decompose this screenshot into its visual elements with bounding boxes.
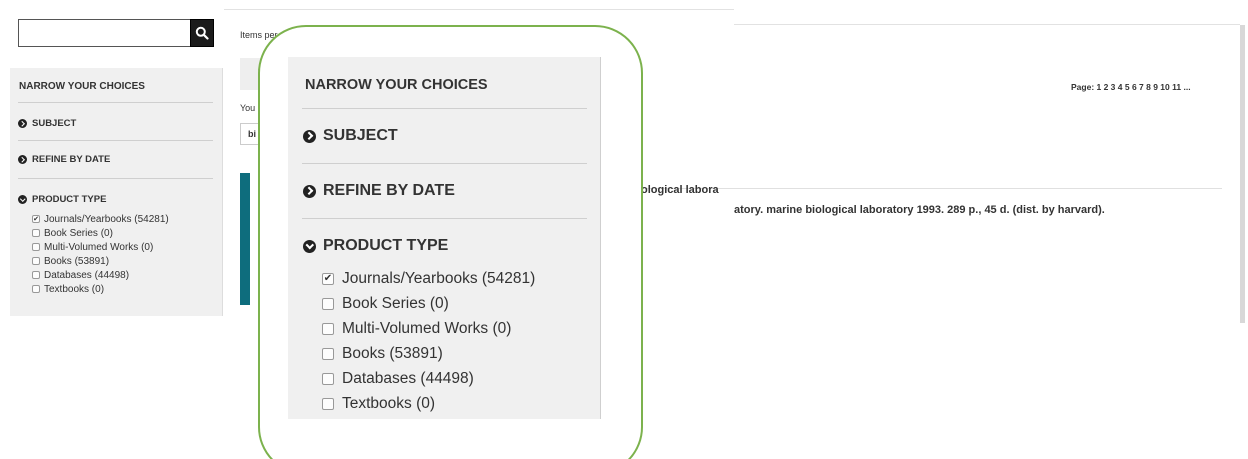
divider xyxy=(302,108,587,109)
product-type-list: ✔ Journals/Yearbooks (54281) Book Series… xyxy=(32,213,169,297)
divider xyxy=(640,188,1222,189)
chevron-down-icon xyxy=(303,239,316,253)
product-type-option[interactable]: ✔ Journals/Yearbooks (54281) xyxy=(32,213,169,225)
option-label: Book Series (0) xyxy=(342,295,449,312)
checkbox[interactable] xyxy=(32,285,40,293)
checkbox[interactable] xyxy=(32,229,40,237)
divider xyxy=(302,163,587,164)
checkbox[interactable] xyxy=(322,348,334,360)
checkbox[interactable] xyxy=(32,243,40,251)
checkbox[interactable] xyxy=(322,373,334,385)
divider xyxy=(18,140,213,141)
option-label: Multi-Volumed Works (0) xyxy=(342,320,512,337)
search-button[interactable] xyxy=(190,19,214,47)
checkbox[interactable] xyxy=(322,398,334,410)
option-label: Books (53891) xyxy=(44,255,110,267)
divider xyxy=(734,24,1240,25)
checkbox-checked[interactable]: ✔ xyxy=(32,215,40,223)
checkbox[interactable] xyxy=(32,257,40,265)
facet-product-type-label: PRODUCT TYPE xyxy=(323,237,449,254)
chevron-right-icon xyxy=(18,155,27,164)
facet-subject-label: SUBJECT xyxy=(32,118,77,129)
zoom-callout: NARROW YOUR CHOICES SUBJECT REFINE BY DA… xyxy=(258,25,643,459)
facet-subject-label: SUBJECT xyxy=(323,127,398,144)
facet-date-label: REFINE BY DATE xyxy=(32,154,111,165)
option-label: Textbooks (0) xyxy=(342,395,436,412)
facet-product-type[interactable]: PRODUCT TYPE xyxy=(18,194,106,205)
narrow-choices-panel: NARROW YOUR CHOICES SUBJECT REFINE BY DA… xyxy=(10,68,223,316)
facet-product-type[interactable]: PRODUCT TYPE xyxy=(303,237,448,255)
pagination[interactable]: Page: 1 2 3 4 5 6 7 8 9 10 11 ... xyxy=(1071,82,1191,92)
facet-subject[interactable]: SUBJECT xyxy=(303,127,398,145)
chevron-down-icon xyxy=(18,195,27,204)
product-type-option[interactable]: Multi-Volumed Works (0) xyxy=(32,241,169,253)
you-searched-label: You xyxy=(240,103,256,113)
option-label: Databases (44498) xyxy=(342,370,474,387)
narrow-choices-panel-zoomed: NARROW YOUR CHOICES SUBJECT REFINE BY DA… xyxy=(288,57,601,419)
narrow-choices-heading: NARROW YOUR CHOICES xyxy=(19,81,145,92)
product-type-option[interactable]: Textbooks (0) xyxy=(32,283,169,295)
facet-subject[interactable]: SUBJECT xyxy=(18,118,76,129)
product-type-option[interactable]: Books (53891) xyxy=(322,345,535,363)
result-title-fragment[interactable]: ological labora xyxy=(641,184,719,196)
option-label: Journals/Yearbooks (54281) xyxy=(44,213,169,225)
product-type-option[interactable]: Databases (44498) xyxy=(322,370,535,388)
facet-date-label: REFINE BY DATE xyxy=(323,182,455,199)
divider xyxy=(302,218,587,219)
product-type-option[interactable]: Book Series (0) xyxy=(322,295,535,313)
product-type-list: ✔ Journals/Yearbooks (54281) Book Series… xyxy=(322,270,535,420)
option-label: Multi-Volumed Works (0) xyxy=(44,241,154,253)
narrow-choices-heading: NARROW YOUR CHOICES xyxy=(305,77,488,93)
option-label: Journals/Yearbooks (54281) xyxy=(342,270,536,287)
search-input[interactable] xyxy=(18,19,213,47)
facet-refine-by-date[interactable]: REFINE BY DATE xyxy=(303,182,455,200)
product-type-option[interactable]: Book Series (0) xyxy=(32,227,169,239)
product-type-option[interactable]: Textbooks (0) xyxy=(322,395,535,413)
facet-product-type-label: PRODUCT TYPE xyxy=(32,194,107,205)
divider xyxy=(18,178,213,179)
divider xyxy=(224,9,734,10)
result-citation: atory. marine biological laboratory 1993… xyxy=(734,204,1105,216)
option-label: Textbooks (0) xyxy=(44,283,105,295)
option-label: Books (53891) xyxy=(342,345,443,362)
product-type-option[interactable]: Multi-Volumed Works (0) xyxy=(322,320,535,338)
product-type-option[interactable]: ✔ Journals/Yearbooks (54281) xyxy=(322,270,535,288)
result-accent-bar xyxy=(240,173,250,305)
search-icon xyxy=(195,26,209,40)
option-label: Book Series (0) xyxy=(44,227,113,239)
product-type-option[interactable]: Databases (44498) xyxy=(32,269,169,281)
option-label: Databases (44498) xyxy=(44,269,130,281)
facet-refine-by-date[interactable]: REFINE BY DATE xyxy=(18,154,110,165)
checkbox[interactable] xyxy=(322,323,334,335)
product-type-option[interactable]: Books (53891) xyxy=(32,255,169,267)
checkbox[interactable] xyxy=(322,298,334,310)
divider xyxy=(18,102,213,103)
scrollbar[interactable] xyxy=(1240,25,1245,323)
checkbox[interactable] xyxy=(32,271,40,279)
checkbox-checked[interactable]: ✔ xyxy=(322,273,334,285)
chevron-right-icon xyxy=(18,119,27,128)
chevron-right-icon xyxy=(303,129,316,143)
chevron-right-icon xyxy=(303,184,316,198)
